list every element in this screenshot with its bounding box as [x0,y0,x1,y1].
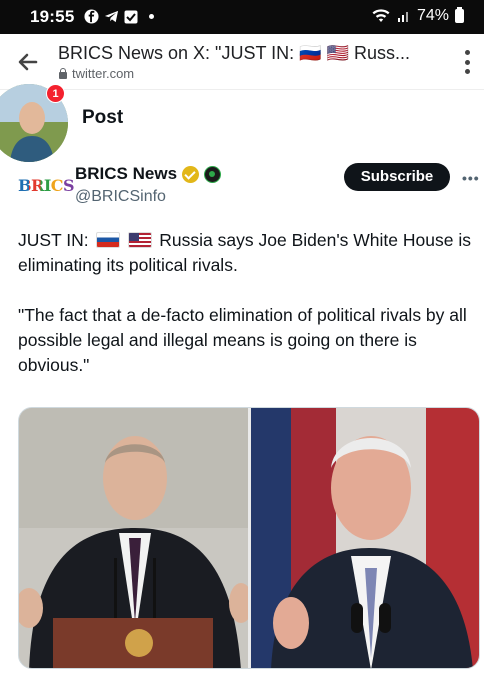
system-icons: 74% [371,7,464,25]
media-image-left[interactable] [19,408,248,668]
wifi-icon [372,9,390,22]
account-handle[interactable]: @BRICSinfo [75,188,166,206]
page-title: BRICS News on X: "JUST IN: 🇷🇺 🇺🇸 Russ... [58,43,410,63]
notification-badge: 1 [46,84,65,103]
tweet-media[interactable] [18,407,480,669]
logo-text: BRICS [18,176,75,195]
verified-badge-icon [182,165,200,183]
signal-icon [397,12,408,22]
url-text: twitter.com [72,66,135,81]
battery-icon [455,7,464,23]
russia-flag-icon [95,232,120,248]
back-button[interactable] [14,48,42,76]
media-image-right[interactable] [251,408,479,668]
kebab-dot [464,50,470,55]
status-bar: 19:55 74% [0,0,484,34]
back-arrow-icon [18,53,38,71]
dot-icon [149,14,154,19]
speaker-photo-left [19,408,248,668]
subscribe-button[interactable]: Subscribe [344,163,450,191]
facebook-icon [84,9,99,24]
kebab-dot [464,69,470,74]
usa-flag-icon [128,232,153,248]
kebab-dot [464,59,470,65]
lock-icon [58,68,68,79]
status-time: 19:55 [30,7,75,26]
battery-percent: 74% [416,7,449,24]
telegram-icon [104,10,119,23]
page-url[interactable]: twitter.com [58,66,134,81]
account-logo[interactable]: BRICS [18,176,75,198]
notification-icons [84,9,154,24]
page-heading: Post [82,107,124,128]
kebab-menu-button[interactable] [464,50,470,74]
account-name-row[interactable]: BRICS News [75,164,222,184]
tweet-prefix: JUST IN: [18,230,89,250]
affiliation-badge-icon [204,165,222,183]
more-options-icon[interactable]: ••• [462,170,480,186]
browser-title-bar: BRICS News on X: "JUST IN: 🇷🇺 🇺🇸 Russ...… [0,34,484,90]
account-name: BRICS News [75,164,178,183]
tweet-text: JUST IN: Russia says Joe Biden's White H… [18,228,478,403]
speaker-photo-right [251,408,479,668]
tweet-paragraph-1: JUST IN: Russia says Joe Biden's White H… [18,228,478,278]
checkbox-notification-icon [124,10,138,23]
tweet-paragraph-2: "The fact that a de-facto elimination of… [18,305,467,375]
